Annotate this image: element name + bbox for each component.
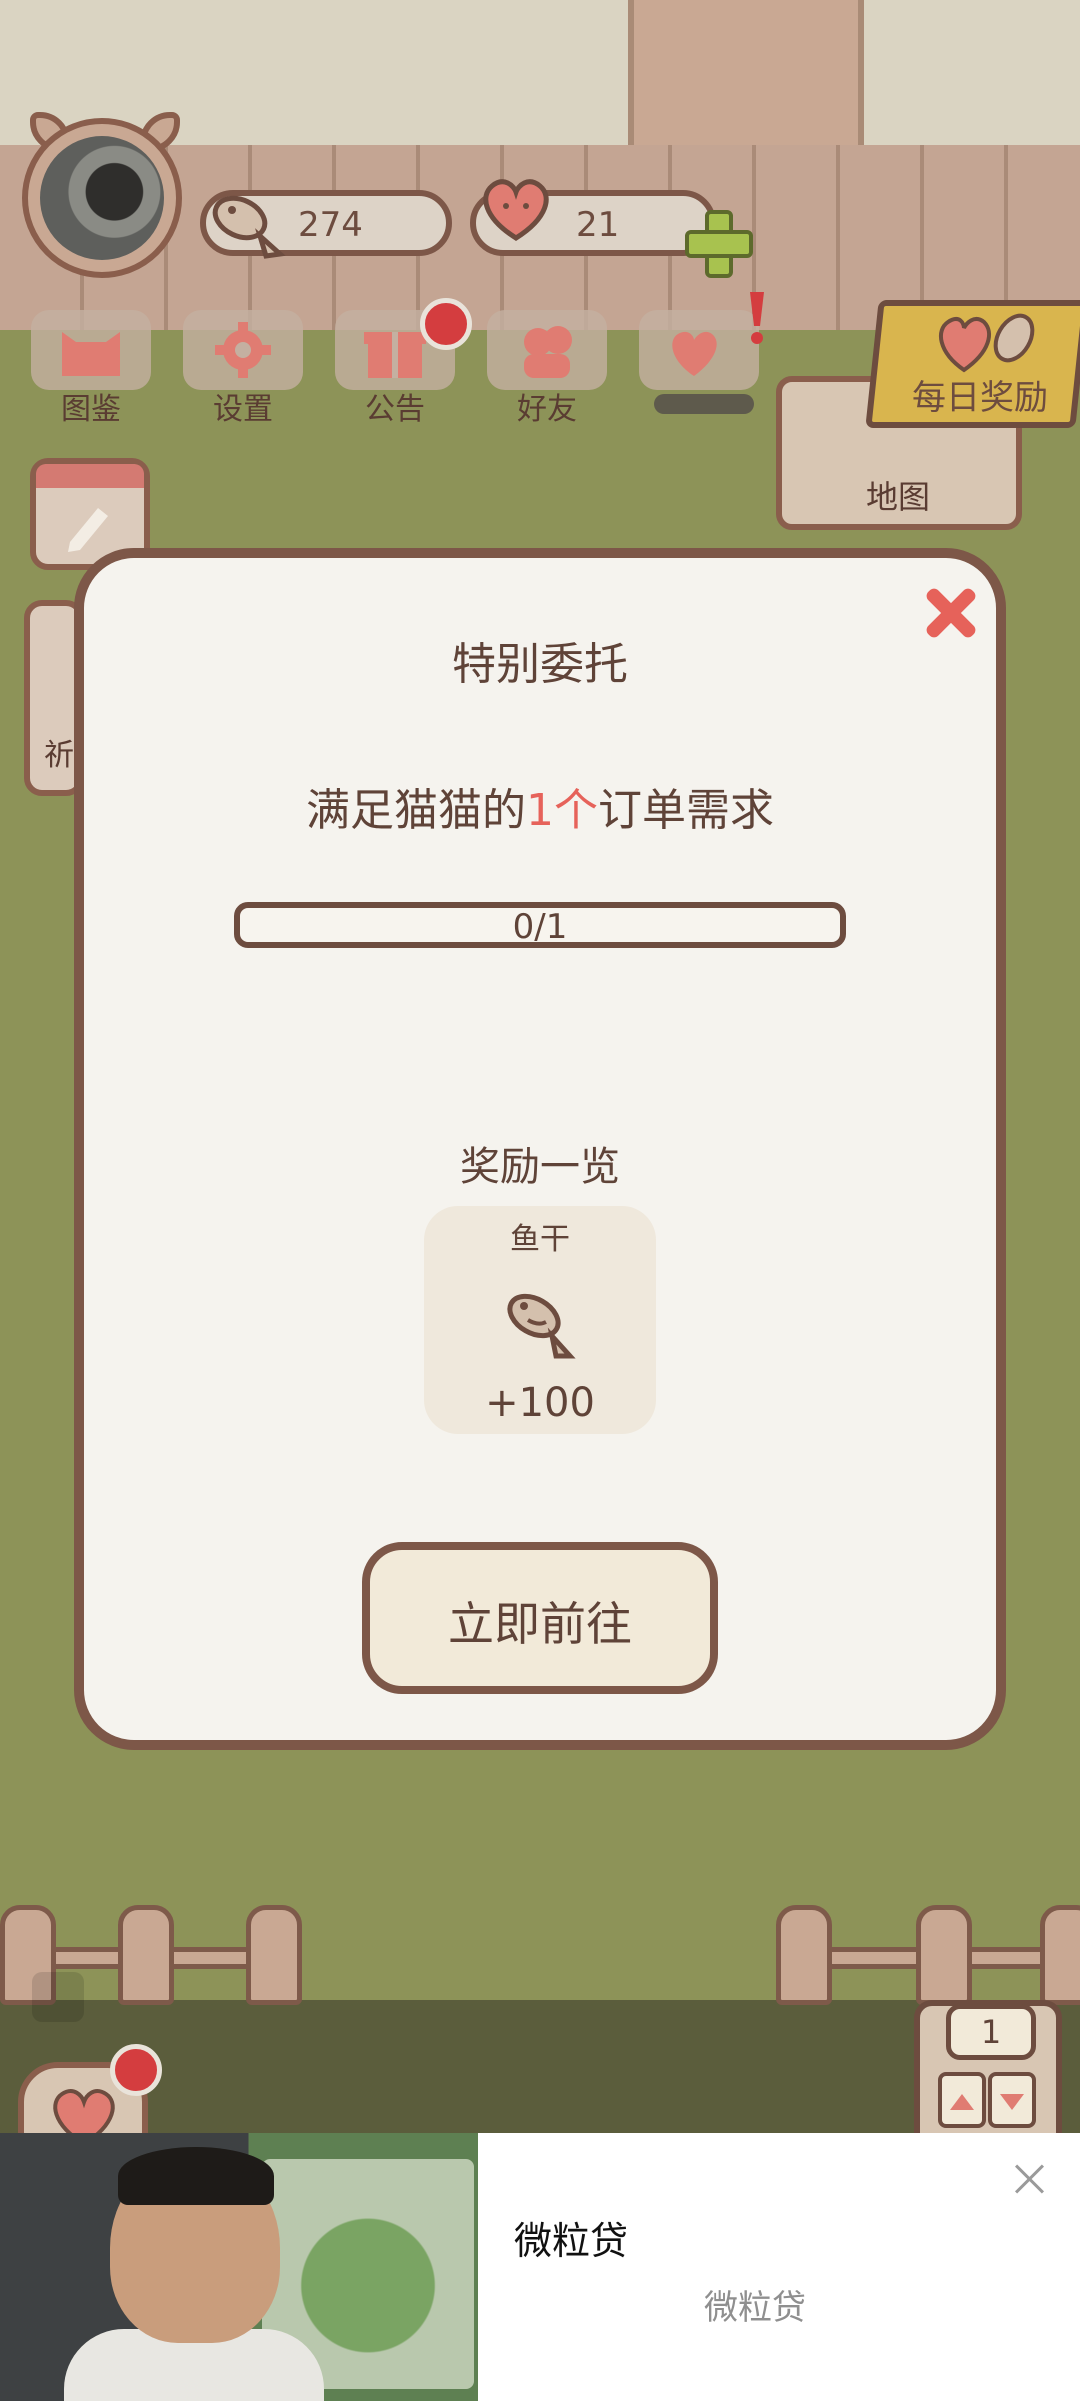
progress-bar: 0/1 <box>234 902 846 948</box>
desc-highlight: 1个 <box>526 785 598 836</box>
menu-label: 设置 <box>213 392 273 427</box>
heart-currency: 21 <box>470 179 716 256</box>
fence-post <box>776 1905 832 2005</box>
notification-dot <box>420 298 472 350</box>
avatar-frame[interactable] <box>22 118 182 278</box>
fence-post <box>246 1905 302 2005</box>
cat-face-icon <box>62 332 120 376</box>
menu-button-collection[interactable]: 图鉴 <box>26 302 156 427</box>
heart-count: 21 <box>576 205 620 245</box>
ad-subtitle: 微粒贷 <box>704 2288 806 2328</box>
front-fence <box>0 1905 1080 2005</box>
loading-bar <box>654 394 754 414</box>
notification-dot <box>110 2044 162 2096</box>
reward-heading: 奖励一览 <box>460 1144 620 1190</box>
menu-label: 好友 <box>517 392 577 427</box>
dialog-description: 满足猫猫的1个订单需求 <box>0 774 1080 838</box>
exclamation-icon <box>750 292 764 344</box>
fence-post <box>118 1905 174 2005</box>
up-down-arrows-icon <box>938 2072 1036 2128</box>
go-now-label: 立即前往 <box>448 1597 632 1651</box>
pencil-icon <box>68 508 108 552</box>
heart-icon <box>483 179 549 241</box>
ad-video-thumbnail[interactable] <box>0 2133 478 2401</box>
friends-icon <box>524 326 572 378</box>
fish-icon <box>212 195 286 259</box>
floating-button[interactable] <box>32 1972 84 2022</box>
daily-reward-icon <box>939 313 1035 373</box>
desc-suffix: 订单需求 <box>598 785 774 836</box>
add-currency-button[interactable] <box>683 208 753 278</box>
progress-text: 0/1 <box>512 907 568 947</box>
fence-post <box>1040 1905 1080 2005</box>
menu-button-friends[interactable]: 好友 <box>482 302 612 427</box>
desc-prefix: 满足猫猫的 <box>306 785 526 836</box>
map-label: 地图 <box>866 478 931 516</box>
fish-currency: 274 <box>200 190 452 259</box>
back-door <box>628 0 864 160</box>
floor-indicator: 1 <box>946 2004 1036 2060</box>
side-tab-label: 祈 <box>44 738 74 773</box>
ad-person-hair <box>118 2147 274 2205</box>
ad-banner[interactable] <box>0 2133 1080 2401</box>
fish-icon <box>507 1293 576 1359</box>
ad-close-button[interactable] <box>1010 2160 1050 2200</box>
menu-button-settings[interactable]: 设置 <box>178 302 308 427</box>
ad-title: 微粒贷 <box>514 2219 629 2263</box>
menu-label: 公告 <box>365 392 425 427</box>
reward-amount: +100 <box>485 1380 595 1426</box>
avatar[interactable] <box>40 136 164 260</box>
gear-icon <box>215 322 271 378</box>
dialog-title: 特别委托 <box>452 639 628 690</box>
reward-name: 鱼干 <box>510 1222 570 1257</box>
hearts-icon <box>672 331 717 376</box>
daily-reward-label: 每日奖励 <box>912 378 1048 418</box>
go-now-button[interactable]: 立即前往 <box>362 1542 718 1694</box>
fence-post <box>916 1905 972 2005</box>
menu-label: 图鉴 <box>61 392 121 427</box>
fish-count: 274 <box>298 205 363 245</box>
